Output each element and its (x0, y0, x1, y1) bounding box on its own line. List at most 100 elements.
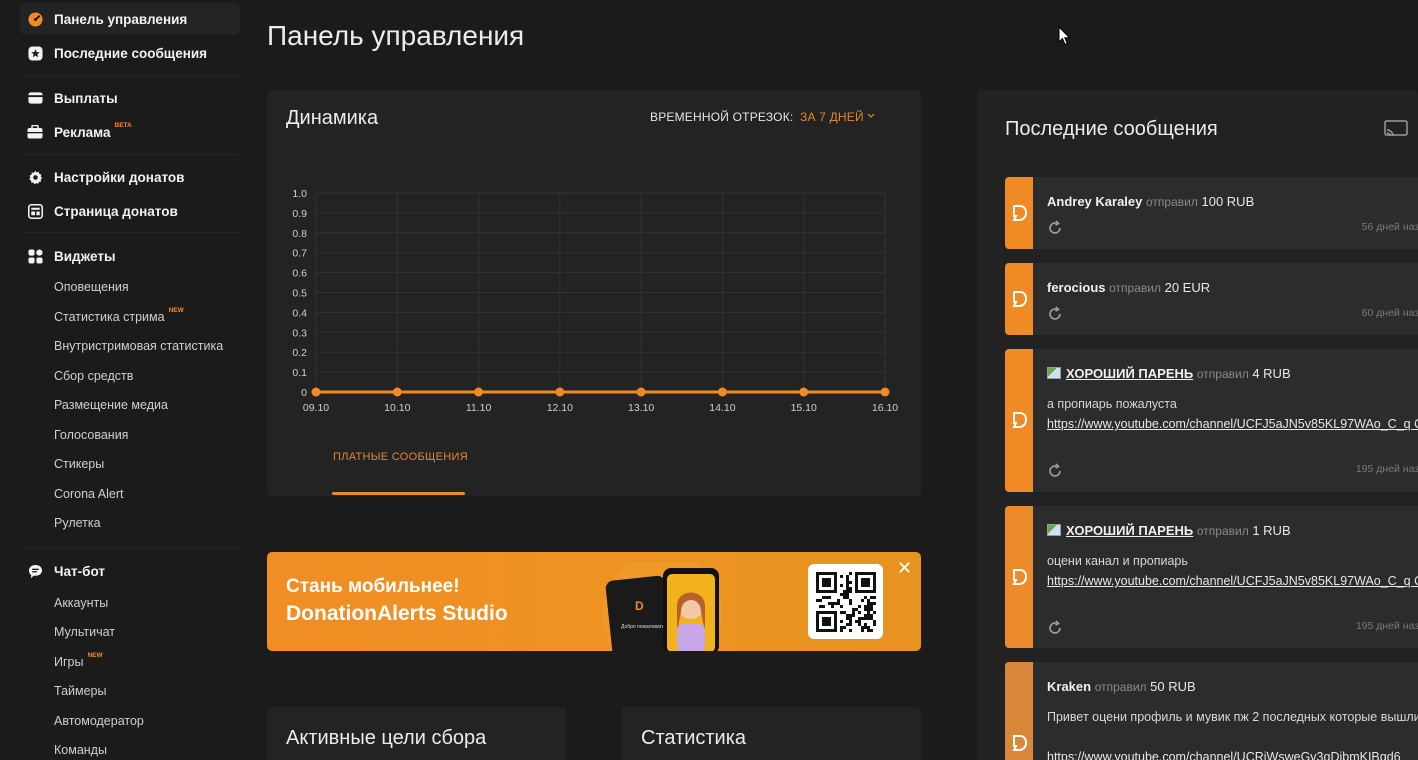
donationalerts-logo-icon (1012, 291, 1028, 307)
donationalerts-logo-icon (1012, 205, 1028, 221)
sidebar-subitem-alerts[interactable]: Оповещения (54, 280, 129, 294)
avatar (1047, 367, 1061, 379)
phone-illustration: D Добро пожаловать! (602, 562, 722, 651)
sidebar-subitem-timers[interactable]: Таймеры (54, 684, 107, 698)
tab-paid-messages[interactable]: ПЛАТНЫЕ СООБЩЕНИЯ (333, 451, 468, 463)
donationalerts-logo-icon (1012, 569, 1028, 585)
sidebar-item-ads[interactable]: Реклама BETA (20, 116, 240, 148)
message-header: ferocious отправил 20 EUR (1047, 280, 1211, 295)
close-icon[interactable]: ✕ (897, 558, 912, 579)
x-tick-label: 10.10 (384, 402, 410, 414)
sidebar-subitem-corona-alert[interactable]: Corona Alert (54, 487, 123, 501)
donor-name-link[interactable]: ХОРОШИЙ ПАРЕНЬ (1066, 523, 1193, 538)
donation-amount: 4 RUB (1252, 366, 1291, 381)
y-tick-label: 0.2 (292, 347, 307, 359)
message-link[interactable]: https://www.youtube.com/channel/UCFJ5aJN… (1047, 571, 1418, 591)
y-tick-label: 0.6 (292, 268, 307, 280)
sidebar-item-payouts[interactable]: Выплаты (20, 82, 240, 114)
y-tick-label: 0.1 (292, 367, 307, 379)
sidebar-subitem-games[interactable]: Игры NEW (54, 652, 103, 669)
active-goals-title: Активные цели сбора (286, 727, 487, 749)
replay-icon[interactable] (1047, 220, 1063, 236)
widgets-icon (27, 248, 43, 264)
dashboard-icon (27, 11, 43, 27)
sidebar-item-label: Реклама BETA (54, 121, 132, 140)
chat-icon (27, 563, 43, 579)
message-link[interactable]: https://www.youtube.com/channel/UCRiWswe… (1047, 747, 1418, 760)
statistics-title: Статистика (641, 727, 747, 749)
sidebar-item-label: Виджеты (54, 248, 116, 264)
gear-icon (27, 169, 43, 185)
y-tick-label: 0.9 (292, 208, 307, 220)
sidebar-subitem-media[interactable]: Размещение медиа (54, 398, 168, 412)
sidebar-subitem-multichat[interactable]: Мультичат (54, 625, 115, 639)
donation-amount: 100 RUB (1201, 194, 1255, 209)
sidebar-subitem-roulette[interactable]: Рулетка (54, 516, 101, 530)
message-card: ferocious отправил 20 EUR 60 дней наза (1005, 263, 1418, 335)
x-tick-label: 16.10 (872, 402, 898, 414)
message-text: Привет оцени профиль и мувик пж 2 послед… (1047, 710, 1418, 724)
message-header: Andrey Karaley отправил 100 RUB (1047, 194, 1255, 209)
divider (22, 75, 238, 76)
donor-name-link[interactable]: ХОРОШИЙ ПАРЕНЬ (1066, 366, 1193, 381)
y-tick-label: 0.7 (292, 248, 307, 260)
mobile-app-banner[interactable]: Стань мобильнее! DonationAlerts Studio D… (267, 552, 921, 651)
sidebar-item-last-messages[interactable]: Последние сообщения (20, 37, 240, 69)
replay-icon[interactable] (1047, 463, 1063, 479)
sidebar-item-donation-settings[interactable]: Настройки донатов (20, 161, 240, 193)
donationalerts-logo-icon (1012, 735, 1028, 751)
y-tick-label: 1.0 (292, 188, 307, 200)
statistics-panel: Статистика (622, 707, 921, 760)
donationalerts-logo-icon (1012, 412, 1028, 428)
sidebar-item-label: Страница донатов (54, 203, 178, 219)
sidebar-subitem-accounts[interactable]: Аккаунты (54, 596, 108, 610)
svg-text:D: D (635, 599, 644, 613)
svg-text:Добро пожаловать!: Добро пожаловать! (621, 624, 666, 630)
sidebar-item-dashboard[interactable]: Панель управления (20, 3, 240, 35)
sidebar-subitem-polls[interactable]: Голосования (54, 428, 128, 442)
replay-icon[interactable] (1047, 306, 1063, 322)
page-title: Панель управления (267, 20, 525, 51)
sidebar-item-label: Выплаты (54, 90, 118, 106)
message-card: Kraken отправил 50 RUB Привет оцени проф… (1005, 662, 1418, 760)
sidebar-subitem-instream-stats[interactable]: Внутристримовая статистика (54, 339, 223, 353)
y-tick-label: 0.3 (292, 327, 307, 339)
new-badge: NEW (168, 307, 184, 314)
data-point (636, 387, 646, 397)
message-time: 60 дней наза (1361, 307, 1418, 319)
replay-icon[interactable] (1047, 620, 1063, 636)
message-text: оцени канал и пропиарь (1047, 554, 1188, 568)
dynamics-panel: Динамика ВРЕМЕННОЙ ОТРЕЗОК: ЗА 7 ДНЕЙ 00… (267, 90, 921, 496)
x-tick-label: 15.10 (791, 402, 817, 414)
last-messages-title: Последние сообщения (1005, 118, 1218, 140)
sidebar-item-chatbot[interactable]: Чат-бот (20, 555, 240, 587)
sidebar-subitem-automoderator[interactable]: Автомодератор (54, 714, 144, 728)
beta-badge: BETA (114, 121, 132, 129)
sidebar-subitem-commands[interactable]: Команды (54, 743, 107, 757)
sidebar-item-widgets[interactable]: Виджеты (20, 240, 240, 272)
page-icon (27, 203, 43, 219)
sidebar-subitem-stickers[interactable]: Стикеры (54, 457, 104, 471)
sidebar-item-label: Чат-бот (54, 563, 105, 579)
x-tick-label: 14.10 (709, 402, 735, 414)
x-tick-label: 13.10 (628, 402, 654, 414)
message-time: 56 дней наза (1361, 221, 1418, 233)
sidebar-subitem-fundraising[interactable]: Сбор средств (54, 369, 133, 383)
sidebar-subitem-stream-stats[interactable]: Статистика стрима NEW (54, 307, 184, 324)
cast-icon[interactable] (1384, 120, 1408, 138)
message-link[interactable]: https://www.youtube.com/channel/UCFJ5aJN… (1047, 414, 1418, 434)
divider (22, 154, 238, 155)
donor-name: Andrey Karaley (1047, 194, 1143, 209)
message-time: 195 дней наза (1355, 620, 1418, 632)
x-tick-label: 12.10 (547, 402, 573, 414)
data-point (717, 387, 727, 397)
divider (22, 547, 238, 548)
message-time: 195 дней наза (1355, 463, 1418, 475)
donation-amount: 1 RUB (1252, 523, 1291, 538)
mouse-cursor-icon (1058, 26, 1071, 46)
sidebar-item-label: Панель управления (54, 11, 188, 27)
donor-name: ferocious (1047, 280, 1106, 295)
sidebar: Панель управления Последние сообщения Вы… (0, 0, 244, 760)
last-messages-panel: Последние сообщения Andrey Karaley отпра… (977, 90, 1418, 760)
sidebar-item-donation-page[interactable]: Страница донатов (20, 195, 240, 227)
